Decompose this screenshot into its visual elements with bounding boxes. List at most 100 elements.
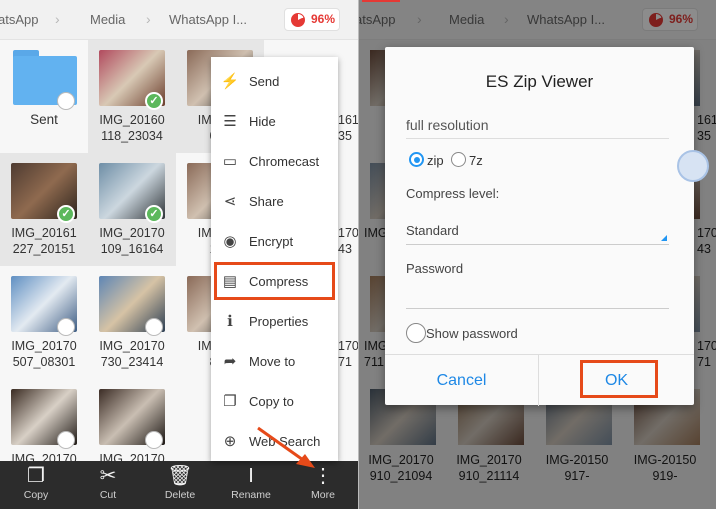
folder-item[interactable]: Sent	[0, 40, 88, 153]
menu-item-move-to[interactable]: ➦ Move to	[211, 342, 338, 382]
archive-name-field[interactable]: full resolution	[406, 117, 669, 139]
dropdown-triangle-icon	[661, 235, 667, 241]
zip-label: zip	[427, 153, 444, 168]
selected-check-icon[interactable]: ✓	[145, 92, 163, 110]
chromecast-icon: ▭	[222, 153, 238, 170]
menu-item-label: Chromecast	[249, 154, 320, 169]
select-circle[interactable]	[145, 318, 163, 336]
file-name: 170 71	[338, 339, 358, 369]
menu-item-label: Share	[249, 194, 284, 209]
file-name: IMG_20160 118_23034	[99, 113, 165, 143]
storage-pie-icon	[291, 13, 305, 27]
top-bar: atsApp › Media › WhatsApp I... 96%	[0, 0, 358, 40]
menu-item-properties[interactable]: ℹ Properties	[211, 302, 338, 342]
file-item[interactable]: IMG_20170 730_23414	[88, 266, 176, 379]
password-label: Password	[406, 261, 464, 276]
select-circle[interactable]	[145, 431, 163, 449]
storage-indicator[interactable]: 96%	[284, 8, 341, 31]
show-password-checkbox[interactable]	[406, 323, 426, 343]
menu-item-label: Web Search	[249, 434, 321, 449]
breadcrumb-item[interactable]: WhatsApp I...	[169, 12, 247, 27]
breadcrumb-chevron-icon: ›	[55, 11, 60, 27]
es-zip-viewer-dialog: ES Zip Viewer full resolution zip 7z Com…	[385, 47, 694, 406]
file-name: Sent	[30, 112, 58, 127]
selected-check-icon[interactable]: ✓	[57, 205, 75, 223]
select-circle[interactable]	[57, 92, 75, 110]
file-name: IMG_20170 109_16164	[99, 226, 165, 256]
ok-button[interactable]: OK	[539, 355, 694, 406]
7z-radio[interactable]	[451, 152, 466, 167]
copy-button[interactable]: ❐ Copy	[6, 461, 66, 509]
file-browser-panel: atsApp › Media › WhatsApp I... 96% Sent I…	[0, 0, 358, 509]
menu-item-send[interactable]: ⚡ Send	[211, 62, 338, 102]
bottom-action-label: Rename	[231, 489, 271, 501]
more-button[interactable]: ⋮ More	[293, 461, 353, 509]
rename-button[interactable]: I Rename	[221, 461, 281, 509]
bottom-action-label: More	[311, 489, 335, 501]
dialog-title: ES Zip Viewer	[485, 72, 594, 91]
menu-item-hide[interactable]: ☰ Hide	[211, 102, 338, 142]
zip-radio[interactable]	[409, 152, 424, 167]
storage-percent: 96%	[311, 12, 336, 26]
bottom-action-label: Copy	[23, 489, 49, 501]
menu-item-chromecast[interactable]: ▭ Chromecast	[211, 142, 338, 182]
rename-icon: I	[248, 465, 254, 487]
menu-item-encrypt[interactable]: ◉ Encrypt	[211, 222, 338, 262]
password-field[interactable]	[406, 308, 669, 309]
menu-item-compress[interactable]: ▤ Compress	[211, 262, 338, 302]
select-circle[interactable]	[57, 431, 75, 449]
show-password-label: Show password	[426, 326, 518, 341]
send-icon: ⚡	[220, 73, 240, 90]
breadcrumb-item[interactable]: atsApp	[0, 12, 38, 27]
properties-icon: ℹ	[227, 313, 233, 330]
menu-item-label: Properties	[249, 314, 309, 329]
copy-to-icon: ❐	[223, 393, 237, 410]
menu-item-label: Move to	[249, 354, 296, 369]
floating-widget-icon[interactable]	[677, 150, 709, 182]
top-accent	[362, 0, 400, 2]
menu-item-share[interactable]: ⋖ Share	[211, 182, 338, 222]
hide-icon: ☰	[223, 113, 237, 130]
screenshot-comparison: atsApp › Media › WhatsApp I... 96% Sent I…	[0, 0, 716, 509]
menu-item-label: Hide	[249, 114, 276, 129]
web-search-icon: ⊕	[223, 433, 237, 450]
share-icon: ⋖	[223, 193, 237, 210]
breadcrumb-item[interactable]: Media	[90, 12, 125, 27]
menu-item-label: Encrypt	[249, 234, 294, 249]
file-item[interactable]: IMG_20170 507_08301	[0, 266, 88, 379]
cut-button[interactable]: ✂ Cut	[78, 461, 138, 509]
move-to-icon: ➦	[223, 353, 237, 370]
dialog-button-bar: Cancel OK	[385, 354, 694, 406]
file-item[interactable]: IMG_20161 227_20151 ✓	[0, 153, 88, 266]
encrypt-icon: ◉	[223, 233, 237, 250]
delete-icon: 🗑	[167, 465, 193, 487]
file-name: IMG_20161 227_20151	[11, 226, 77, 256]
menu-item-label: Copy to	[249, 394, 294, 409]
7z-label: 7z	[469, 153, 483, 168]
select-circle[interactable]	[57, 318, 75, 336]
file-item[interactable]: IMG_20160 118_23034 ✓	[88, 40, 176, 153]
file-name: 161 35	[338, 113, 358, 143]
compress-icon: ▤	[222, 273, 238, 290]
breadcrumb-chevron-icon: ›	[146, 11, 151, 27]
file-name: 170 43	[338, 226, 358, 256]
menu-item-copy-to[interactable]: ❐ Copy to	[211, 382, 338, 422]
context-menu: ⚡ Send ☰ Hide ▭ Chromecast ⋖ Share ◉ Encrypt ▤ Comp…	[211, 57, 338, 461]
file-item[interactable]: IMG_20170 109_16164 ✓	[88, 153, 176, 266]
bottom-action-bar: ❐ Copy ✂ Cut 🗑 Delete I Rename ⋮ More	[0, 461, 358, 509]
compress-level-select[interactable]: Standard	[406, 219, 669, 245]
menu-item-label: Compress	[249, 274, 309, 289]
cancel-button[interactable]: Cancel	[385, 355, 538, 406]
copy-icon: ❐	[27, 465, 45, 487]
menu-item-web-search[interactable]: ⊕ Web Search	[211, 422, 338, 461]
file-name: IMG_20170 507_08301	[11, 339, 77, 369]
more-icon: ⋮	[313, 465, 333, 487]
delete-button[interactable]: 🗑 Delete	[150, 461, 210, 509]
compress-level-value: Standard	[406, 223, 459, 238]
bottom-action-label: Cut	[99, 489, 117, 501]
menu-item-label: Send	[249, 74, 280, 89]
selected-check-icon[interactable]: ✓	[145, 205, 163, 223]
compress-level-label: Compress level:	[406, 186, 500, 201]
file-name: IMG_20170 730_23414	[99, 339, 165, 369]
bottom-action-label: Delete	[164, 489, 196, 501]
